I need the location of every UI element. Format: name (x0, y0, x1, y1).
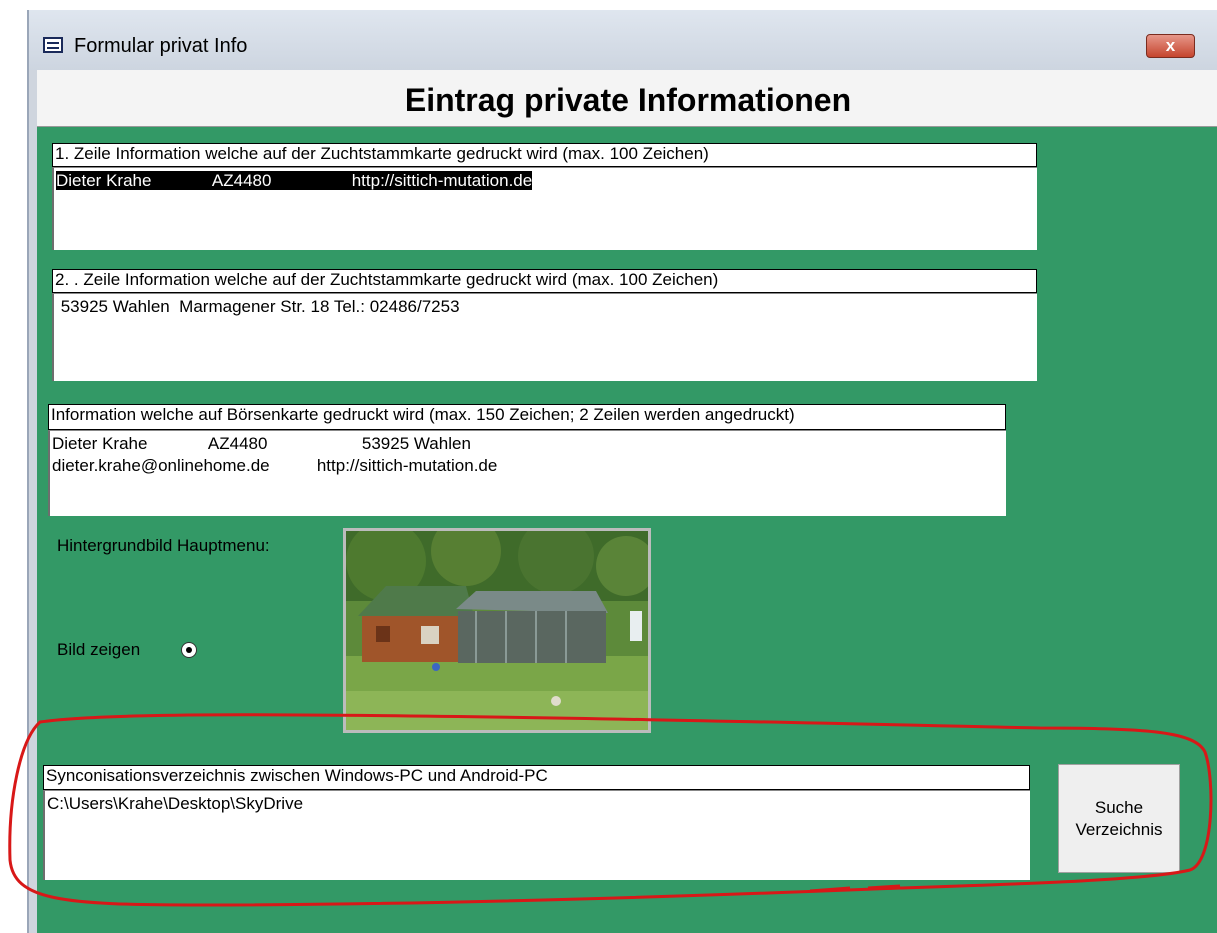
line1-label: 1. Zeile Information welche auf der Zuch… (52, 143, 1037, 167)
line1-selected-text: Dieter Krahe AZ4480 http://sittich-mutat… (56, 171, 533, 190)
boersen-label: Information welche auf Börsenkarte gedru… (48, 404, 1006, 430)
search-directory-button[interactable]: Suche Verzeichnis (1058, 764, 1180, 873)
form-body: Eintrag private Informationen 1. Zeile I… (37, 70, 1217, 933)
boersen-value-line2: dieter.krahe@onlinehome.de http://sittic… (52, 456, 498, 475)
show-image-label: Bild zeigen (57, 640, 141, 659)
search-directory-label-line1: Suche (1094, 797, 1144, 817)
form-icon (43, 37, 63, 53)
sync-input[interactable]: C:\Users\Krahe\Desktop\SkyDrive (43, 790, 1030, 880)
line1-input[interactable]: Dieter Krahe AZ4480 http://sittich-mutat… (52, 167, 1037, 250)
page-title: Eintrag private Informationen (404, 82, 852, 118)
title-bar: Formular privat Info x (29, 10, 1217, 70)
sync-label: Synconisationsverzeichnis zwischen Windo… (43, 765, 1030, 790)
line2-label: 2. . Zeile Information welche auf der Zu… (52, 269, 1037, 293)
form-header: Eintrag private Informationen (37, 70, 1217, 127)
search-directory-label-line2: Verzeichnis (1075, 819, 1163, 839)
boersen-input[interactable]: Dieter Krahe AZ4480 53925 Wahlen dieter.… (48, 430, 1006, 516)
form-window: Formular privat Info x Eintrag private I… (27, 10, 1217, 933)
show-image-radio[interactable] (181, 642, 197, 658)
background-image-preview (343, 528, 651, 733)
garden-house-image (346, 531, 648, 730)
boersen-value-line1: Dieter Krahe AZ4480 53925 Wahlen (52, 434, 471, 453)
close-button[interactable]: x (1146, 34, 1195, 58)
line2-input[interactable]: 53925 Wahlen Marmagener Str. 18 Tel.: 02… (52, 293, 1037, 381)
background-image-label: Hintergrundbild Hauptmenu: (57, 536, 270, 555)
window-title: Formular privat Info (74, 35, 248, 57)
